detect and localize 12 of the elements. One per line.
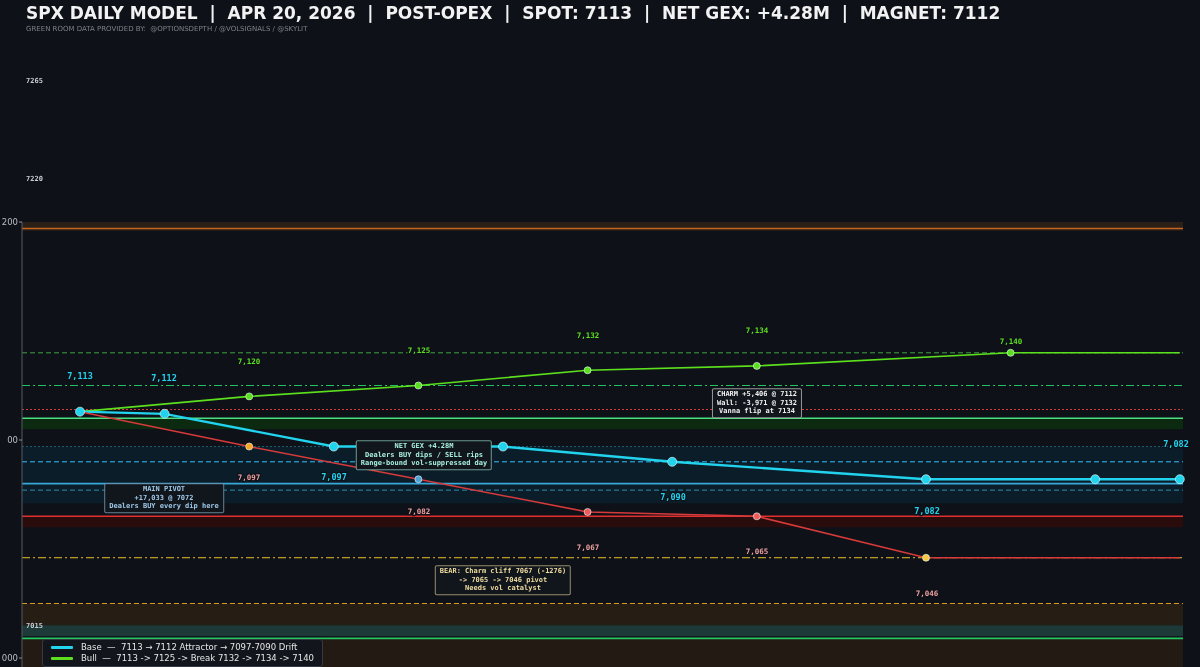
data-label: 7,097 (321, 472, 347, 482)
data-label: 7,082 (1163, 439, 1189, 449)
axis-tick-label: 000 (1, 653, 18, 663)
legend-label: Bull — 7113 -> 7125 -> Break 7132 -> 7134 -> 7140 (81, 653, 314, 664)
data-label: 7,082 (914, 506, 940, 516)
data-label: 7,112 (151, 373, 177, 383)
data-label: 7,113 (67, 371, 93, 381)
data-label: 7,090 (660, 492, 686, 502)
chart-title: SPX DAILY MODEL | APR 20, 2026 | POST-OPEX | SPOT: 7113 | NET GEX: +4.28M | MAGNET: 7112 (26, 3, 1001, 23)
axis-tick-label: 200 (1, 217, 18, 227)
axis-tick-label: 00 (7, 435, 18, 445)
legend-label: Base — 7113 → 7112 Attractor → 7097-7090 Drift (81, 642, 298, 653)
